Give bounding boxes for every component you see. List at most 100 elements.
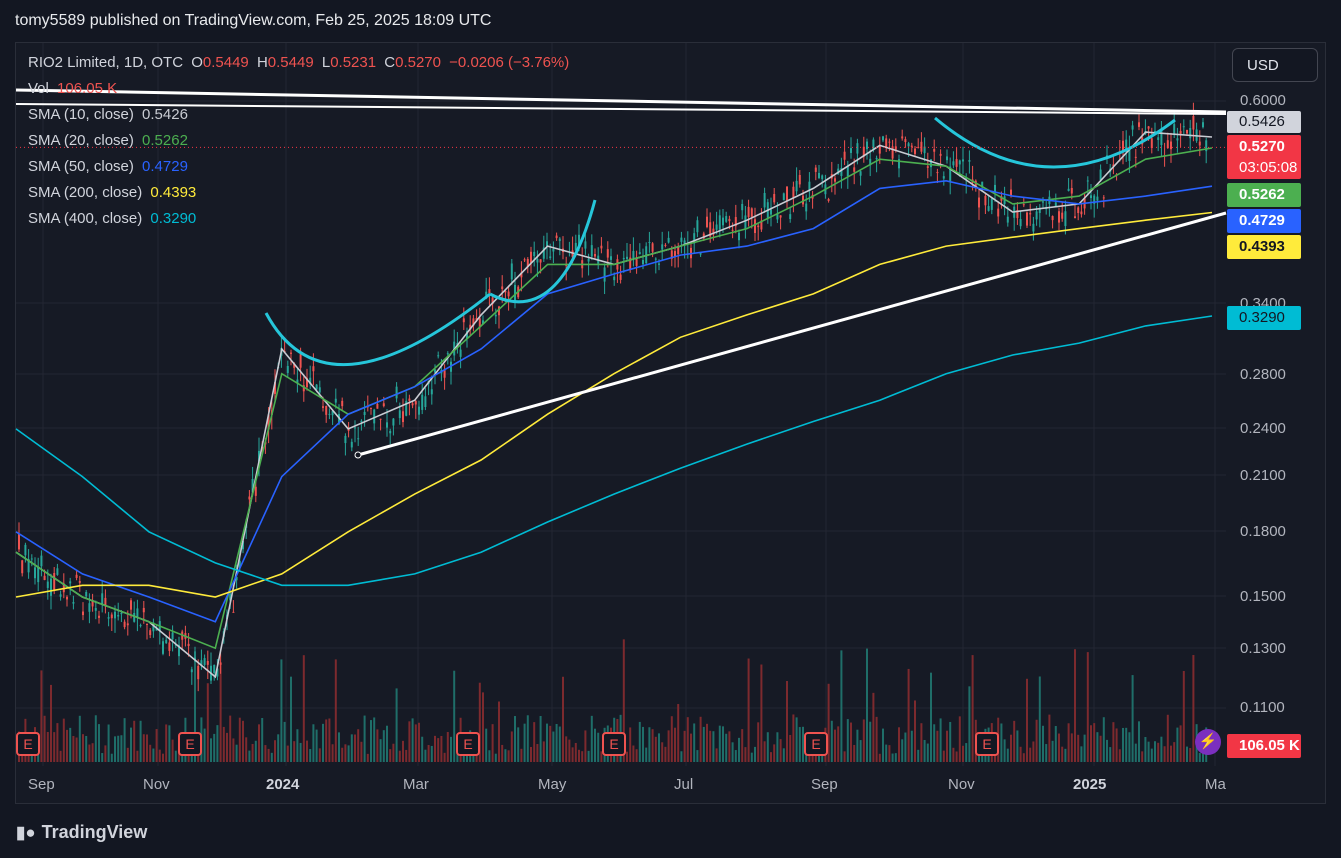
volume-bar: [555, 723, 558, 762]
sma400-legend: SMA (400, close) 0.3290: [28, 210, 200, 227]
volume-bar: [133, 720, 136, 762]
volume-bar: [1134, 743, 1137, 762]
earnings-marker-label: E: [185, 736, 194, 752]
sma-line-4: [15, 315, 1213, 587]
volume-bar: [414, 724, 417, 762]
volume-bar: [786, 681, 788, 762]
volume-bar: [917, 749, 920, 762]
candle-body: [1051, 216, 1054, 221]
candle-body: [984, 195, 987, 206]
volume-bar: [168, 725, 171, 762]
volume-bar: [382, 730, 385, 762]
candle-body: [731, 229, 734, 231]
volume-bar: [955, 751, 958, 762]
candle-body: [850, 148, 852, 153]
volume-bar: [1038, 676, 1041, 762]
candle-body: [418, 406, 420, 415]
y-tick: 0.1800: [1240, 523, 1286, 540]
sma10-label: SMA (10, close): [28, 106, 134, 123]
volume-bar: [747, 658, 750, 762]
volume-bar: [696, 750, 699, 762]
volume-bar: [267, 748, 270, 762]
volume-bar: [331, 744, 334, 762]
volume-bar: [1131, 675, 1134, 762]
candle-body: [882, 136, 884, 141]
candle-body: [446, 353, 449, 355]
volume-bar: [936, 730, 939, 762]
volume-bar: [1013, 720, 1016, 762]
candle-body: [875, 157, 878, 160]
volume-bar: [530, 746, 532, 762]
candle-body: [910, 145, 913, 147]
candle-body: [661, 244, 664, 250]
candle-body: [168, 642, 171, 651]
candle-body: [987, 206, 990, 211]
candle-body: [363, 411, 366, 416]
candle-body: [654, 258, 657, 260]
volume-bar: [1144, 737, 1147, 762]
volume-bar: [1173, 742, 1176, 762]
volume-bar: [885, 744, 888, 762]
volume-bar: [1150, 748, 1153, 762]
close-label: C: [384, 54, 396, 71]
volume-bar: [1000, 723, 1003, 762]
candle-body: [165, 639, 168, 644]
price-chart[interactable]: EEEEEE: [0, 0, 1341, 858]
candle-body: [747, 206, 750, 218]
candle-body: [786, 186, 788, 201]
candle-body: [590, 245, 593, 257]
candle-body: [376, 403, 379, 409]
earnings-marker-label: E: [982, 736, 991, 752]
volume-bar: [139, 720, 142, 762]
volume-bar: [1064, 748, 1067, 762]
earnings-marker-label: E: [811, 736, 820, 752]
volume-bar: [930, 672, 932, 762]
volume-bar: [878, 753, 881, 762]
volume-bar: [792, 714, 795, 762]
candle-body: [1086, 180, 1089, 182]
flash-icon[interactable]: ⚡: [1195, 729, 1221, 755]
volume-bar: [734, 750, 737, 762]
candle-body: [203, 658, 206, 665]
candle-body: [437, 355, 440, 357]
volume-bar: [853, 744, 856, 762]
volume-bar: [789, 734, 792, 762]
countdown-timer: 03:05:08: [1239, 159, 1298, 176]
candle-body: [318, 387, 321, 393]
volume-bar: [635, 749, 638, 762]
volume-bar: [411, 718, 414, 762]
candle-body: [75, 574, 78, 578]
volume-bar: [302, 655, 305, 762]
volume-bar: [1182, 670, 1185, 762]
candle-body: [50, 578, 52, 596]
candle-body: [1179, 130, 1182, 134]
candle-body: [1170, 141, 1172, 150]
volume-bar: [968, 686, 971, 762]
candle-body: [626, 256, 628, 259]
candle-body: [110, 614, 113, 619]
volume-label: Vol: [28, 80, 49, 97]
x-tick: Nov: [948, 776, 975, 793]
volume-bar: [597, 732, 600, 762]
volume-bar: [754, 746, 756, 762]
volume-bar: [293, 741, 296, 762]
volume-bar: [757, 722, 760, 762]
candle-body: [622, 257, 625, 260]
volume-bar: [360, 741, 363, 762]
candle-body: [488, 289, 491, 293]
close-value: 0.5270: [395, 54, 441, 71]
volume-bar: [350, 734, 353, 762]
volume-bar: [446, 732, 449, 762]
candle-body: [558, 238, 561, 242]
volume-bar: [1045, 744, 1048, 762]
volume-bar: [1106, 739, 1108, 762]
volume-bar: [946, 730, 948, 762]
candle-body: [728, 218, 731, 222]
currency-button[interactable]: USD: [1232, 48, 1318, 82]
candle-body: [584, 241, 587, 249]
candle-body: [443, 370, 446, 378]
volume-bar: [949, 721, 952, 762]
volume-bar: [1051, 740, 1054, 762]
volume-bar: [264, 745, 267, 762]
candle-body: [1131, 125, 1134, 130]
